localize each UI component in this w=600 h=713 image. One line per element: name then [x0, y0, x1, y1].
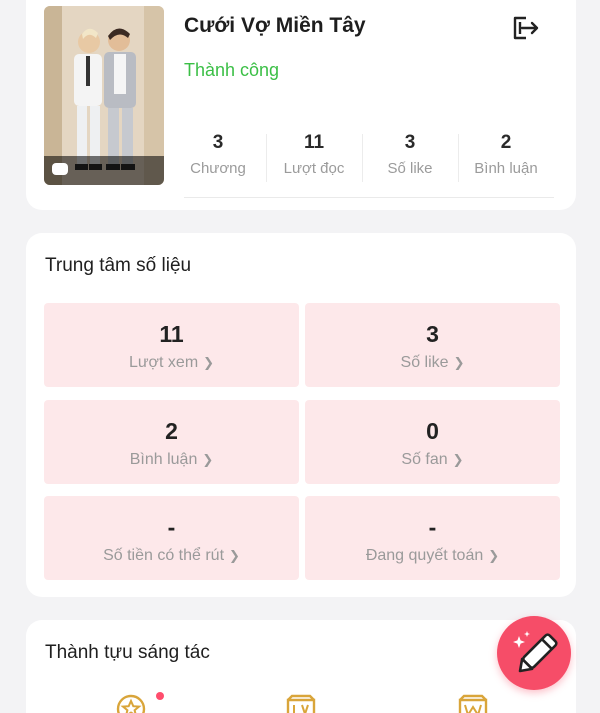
star-medal-icon[interactable] [114, 692, 148, 713]
tile-value: - [428, 514, 437, 540]
chat-bubble-icon [52, 163, 68, 175]
section-title: Thành tựu sáng tác [45, 642, 210, 663]
create-button[interactable] [497, 616, 571, 690]
tile-likes[interactable]: 3 Số like ❯ [305, 303, 560, 387]
chevron-right-icon: ❯ [488, 548, 500, 563]
chevron-right-icon: ❯ [203, 355, 215, 370]
stat-label: Chương [190, 160, 246, 177]
book-cover-image[interactable] [44, 6, 164, 185]
stat-likes: 3 Số like [362, 130, 458, 190]
tile-label: Lượt xem [128, 354, 199, 371]
stat-value: 2 [500, 132, 512, 153]
section-title: Trung tâm số liệu [45, 255, 192, 276]
chevron-right-icon: ❯ [452, 452, 464, 467]
tile-withdrawable[interactable]: - Số tiền có thể rút ❯ [44, 496, 299, 580]
chevron-right-icon: ❯ [453, 355, 465, 370]
chevron-right-icon: ❯ [229, 548, 240, 563]
stat-label: Số like [387, 160, 433, 177]
tile-label: Bình luận [129, 451, 198, 468]
tile-label: Số like [400, 354, 449, 371]
notification-dot [156, 692, 164, 700]
stat-value: 3 [404, 132, 416, 153]
tile-value: 0 [426, 418, 439, 444]
lv-badge-icon[interactable] [284, 692, 318, 713]
tile-settling[interactable]: - Đang quyết toán ❯ [305, 496, 560, 580]
book-title[interactable]: Cưới Vợ Miền Tây [184, 14, 366, 38]
w-badge-icon[interactable] [456, 692, 490, 713]
tile-label: Số tiền có thể rút [103, 547, 225, 564]
exit-button[interactable] [508, 12, 540, 44]
tile-value: 3 [426, 321, 439, 347]
tile-value: - [167, 514, 176, 540]
data-center-card: Trung tâm số liệu 11 Lượt xem ❯ 3 Số like… [26, 233, 576, 597]
tile-value: 2 [165, 418, 178, 444]
stat-value: 3 [212, 132, 224, 153]
stat-label: Lượt đọc [283, 160, 345, 177]
tile-value: 11 [159, 321, 184, 347]
divider [184, 197, 554, 198]
tile-fans[interactable]: 0 Số fan ❯ [305, 400, 560, 484]
chevron-right-icon: ❯ [202, 452, 214, 467]
exit-icon [513, 16, 539, 40]
stat-reads: 11 Lượt đọc [266, 130, 362, 190]
achievements-card: Thành tựu sáng tác [26, 620, 576, 713]
stat-comments: 2 Bình luận [458, 130, 554, 190]
cover-illustration [44, 6, 164, 185]
stat-label: Bình luận [474, 160, 538, 177]
book-status: Thành công [184, 60, 280, 80]
stat-value: 11 [303, 132, 325, 153]
tile-comments[interactable]: 2 Bình luận ❯ [44, 400, 299, 484]
tile-views[interactable]: 11 Lượt xem ❯ [44, 303, 299, 387]
book-card: Cưới Vợ Miền Tây Thành công 3 Chương 11 … [26, 0, 576, 210]
pen-sparkle-icon [513, 631, 558, 673]
stat-chapters: 3 Chương [170, 130, 266, 190]
tile-label: Đang quyết toán [365, 547, 484, 564]
book-stats: 3 Chương 11 Lượt đọc 3 Số like 2 Bình lu… [170, 130, 554, 190]
tile-label: Số fan [401, 451, 448, 468]
